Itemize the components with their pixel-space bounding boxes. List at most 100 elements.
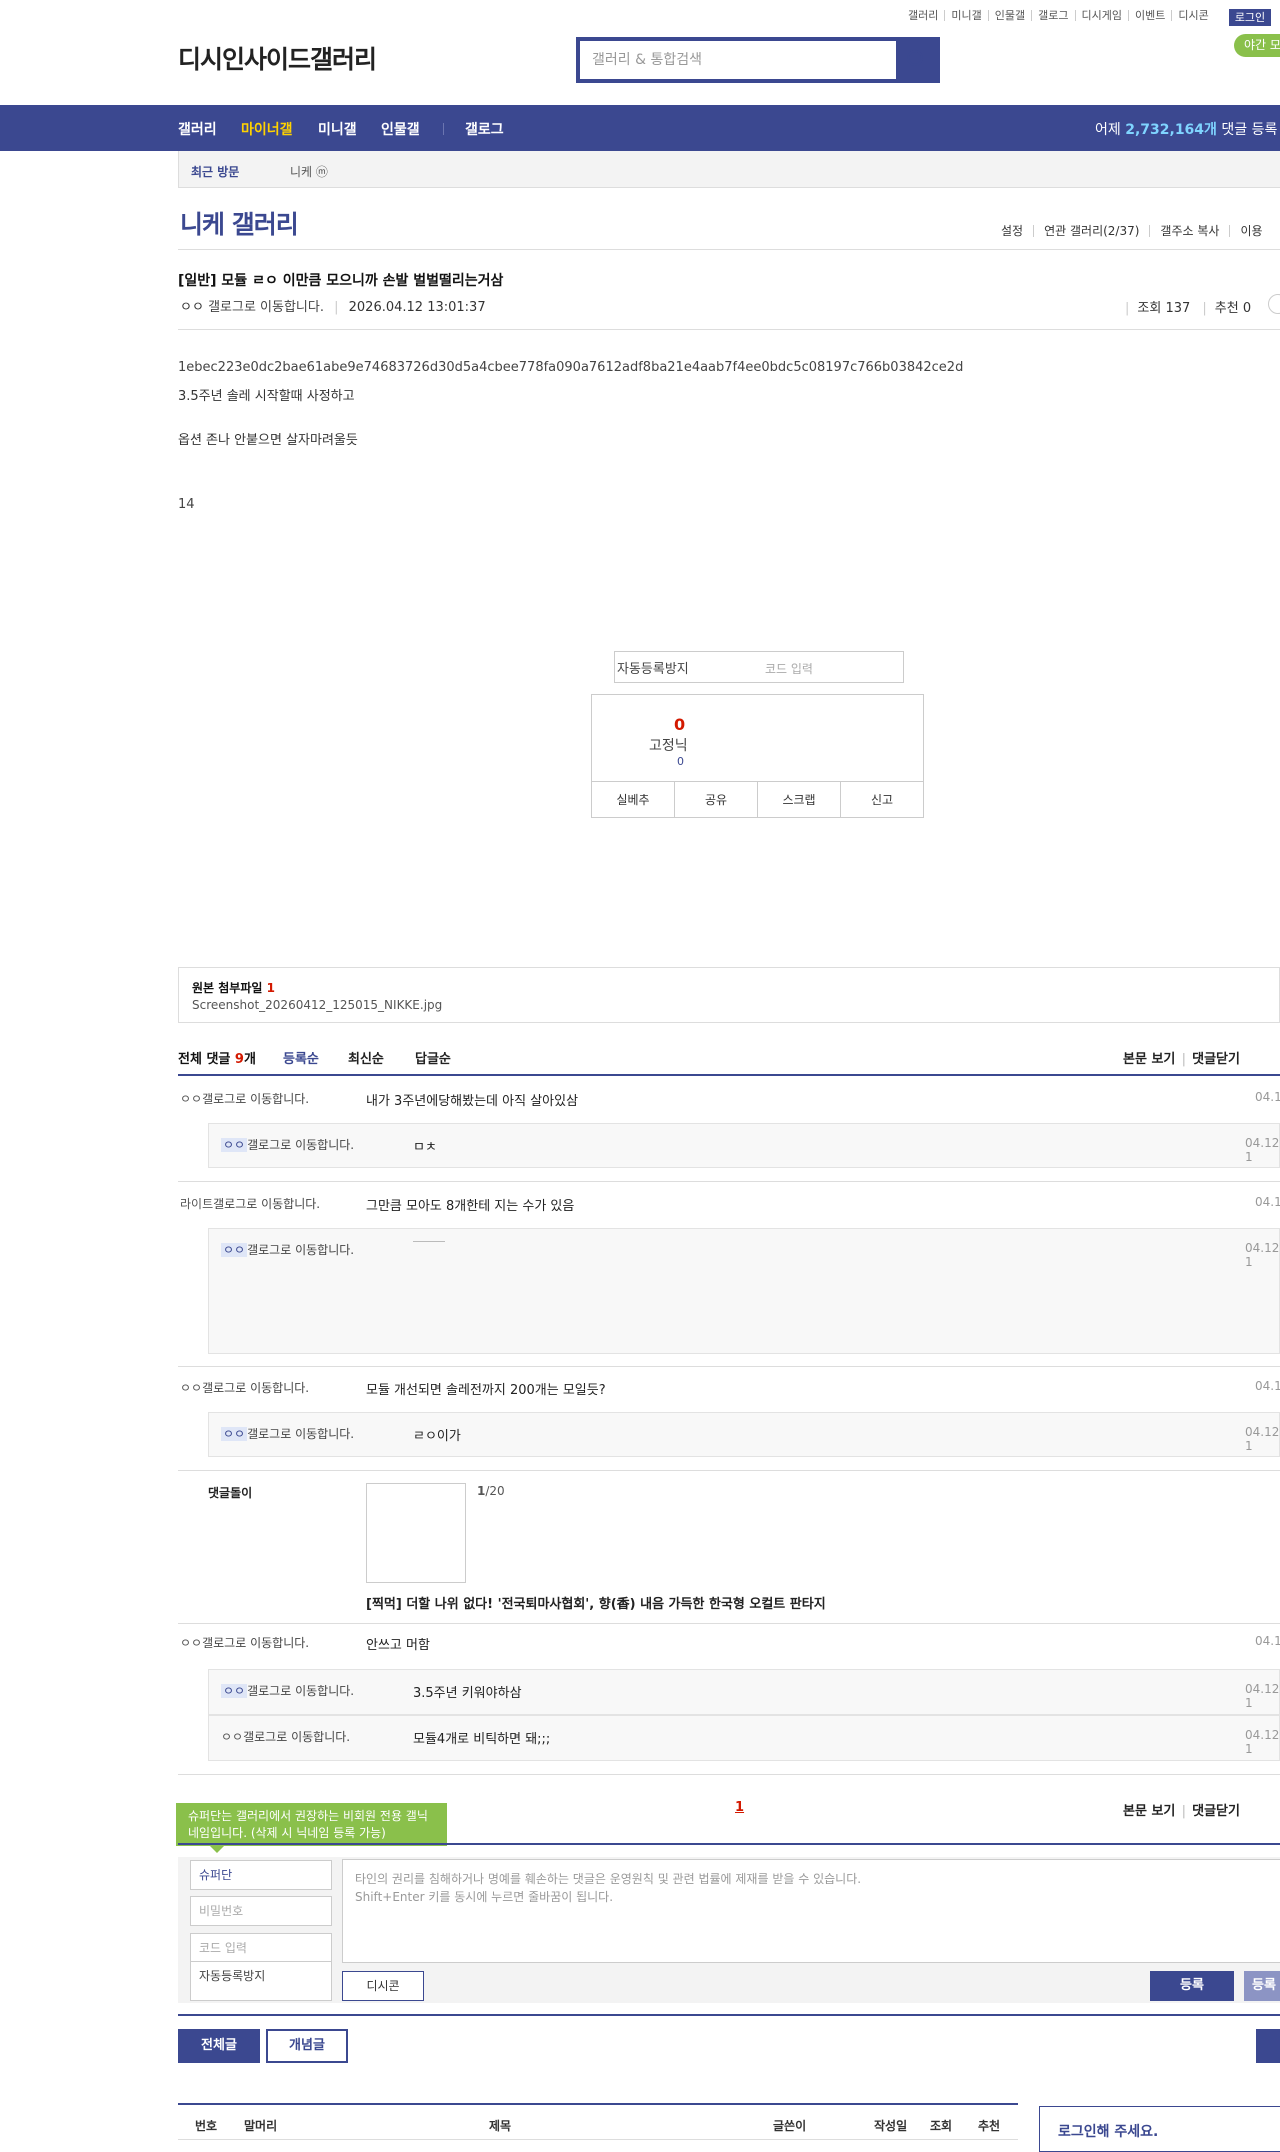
nick-input[interactable]: 슈퍼단 <box>190 1860 332 1890</box>
nav-minor[interactable]: 마이너갤 <box>241 119 293 139</box>
top-link-event[interactable]: 이벤트 <box>1127 10 1171 21</box>
top-link-dccon[interactable]: 디시콘 <box>1171 10 1214 21</box>
search-button[interactable] <box>896 41 936 79</box>
dccon-button[interactable]: 디시콘 <box>342 1971 424 2001</box>
report-button[interactable]: 신고 <box>840 782 923 818</box>
main-nav: 갤러리 마이너갤 미니갤 인물갤 갤로그 어제 2,732,164개 댓글 등록 <box>0 105 1280 151</box>
reply-date: 04.12 1 <box>1245 1241 1280 1269</box>
reply-nick[interactable]: ㅇㅇ갤로그로 이동합니다. <box>221 1728 350 1745</box>
gallog-icon[interactable]: 갤로그로 이동합니다. <box>247 1427 354 1441</box>
scrap-button[interactable]: 스크랩 <box>757 782 840 818</box>
dolly-title[interactable]: [찍먹] 더할 나위 없다! '전국퇴마사협회', 향(香) 내음 가득한 한국… <box>366 1593 826 1612</box>
gallery-settings-link[interactable]: 설정 <box>1001 225 1033 237</box>
col-views: 조회 <box>930 2119 953 2133</box>
gallog-icon[interactable]: 갤로그로 이동합니다. <box>202 1092 309 1106</box>
comment-divider <box>178 1470 1280 1471</box>
silbechu-button[interactable]: 실베추 <box>592 782 674 818</box>
reply-nick[interactable]: ㅇㅇ갤로그로 이동합니다. <box>221 1241 354 1258</box>
reply-item: ㅇㅇ 갤로그로 이동합니다. ㄹㅇ이가 04.12 1 <box>208 1412 1280 1457</box>
comment-nick[interactable]: ㅇㅇ갤로그로 이동합니다. <box>180 1090 309 1107</box>
dolly-label: 댓글돌이 <box>208 1486 253 1500</box>
related-gallery-link[interactable]: 연관 갤러리(2/37) <box>1033 225 1149 237</box>
dolly-page-total: /20 <box>485 1484 505 1498</box>
concept-posts-tab[interactable]: 개념글 <box>266 2029 348 2063</box>
gallog-icon[interactable]: 갤로그로 이동합니다. <box>247 1138 354 1152</box>
password-input[interactable]: 비밀번호 <box>190 1896 332 1926</box>
close-comments-link[interactable]: 댓글닫기 <box>1192 1804 1240 1819</box>
submit-button[interactable]: 등록 <box>1150 1971 1234 2001</box>
sort-replies[interactable]: 답글순 <box>415 1048 451 1067</box>
nav-gallog[interactable]: 갤로그 <box>465 119 504 139</box>
gallog-icon[interactable]: 갤로그로 이동합니다. <box>247 1243 354 1257</box>
night-mode-button[interactable]: 야간 모 <box>1234 34 1280 57</box>
recent-item-nikke[interactable]: 니케 ⓜ <box>290 163 328 180</box>
gallog-icon[interactable]: 갤로그로 이동합니다. <box>202 1381 309 1395</box>
all-posts-tab[interactable]: 전체글 <box>178 2029 260 2063</box>
comment-item: ㅇㅇ갤로그로 이동합니다. 안쓰고 머함 04.12 <box>178 1634 1280 1654</box>
nav-mini[interactable]: 미니갤 <box>318 119 357 139</box>
top-link-person[interactable]: 인물갤 <box>987 10 1031 21</box>
copy-address-link[interactable]: 갤주소 복사 <box>1149 225 1229 237</box>
reply-text: ㄹㅇ이가 <box>413 1429 461 1444</box>
comment-tools: 본문 보기 | 댓글닫기 <box>1123 1052 1240 1067</box>
comment-item: ㅇㅇ갤로그로 이동합니다. 모듈 개선되면 솔레전까지 200개는 모일듯? 0… <box>178 1379 1280 1399</box>
attachment-box: 원본 첨부파일 1 Screenshot_20260412_125015_NIK… <box>178 967 1280 1023</box>
reply-nick-text: ㅇㅇ <box>221 1243 248 1257</box>
submit-recommend-button[interactable]: 등록 <box>1244 1971 1280 2001</box>
comment-nick[interactable]: ㅇㅇ갤로그로 이동합니다. <box>180 1379 309 1396</box>
top-link-game[interactable]: 디시게임 <box>1074 10 1128 21</box>
post-stats: | 조회 137 | 추천 0 <box>1125 301 1252 316</box>
captcha-image: 자동등록방지 <box>190 1961 332 2001</box>
nav-gallery[interactable]: 갤러리 <box>178 119 217 139</box>
gallog-icon[interactable]: 갤로그로 이동합니다. <box>213 1197 320 1211</box>
login-prompt[interactable]: 로그인해 주세요. <box>1058 2121 1158 2141</box>
reply-date: 04.12 1 <box>1245 1136 1280 1164</box>
gallog-icon[interactable]: 갤로그로 이동합니다. <box>208 300 324 315</box>
post-author[interactable]: ㅇㅇ <box>180 300 204 315</box>
login-side-box: 로그인해 주세요. <box>1039 2106 1280 2152</box>
comment-item: ㅇㅇ갤로그로 이동합니다. 내가 3주년에당해봤는데 아직 살아있삼 04.12 <box>178 1090 1280 1110</box>
more-icon[interactable] <box>1268 294 1280 314</box>
login-button[interactable]: 로그인 <box>1229 9 1271 26</box>
view-body-link[interactable]: 본문 보기 <box>1123 1804 1175 1819</box>
gallog-icon[interactable]: 갤로그로 이동합니다. <box>243 1730 350 1744</box>
gallery-title[interactable]: 니케 갤러리 <box>180 205 299 241</box>
attachment-file[interactable]: Screenshot_20260412_125015_NIKKE.jpg <box>192 998 442 1012</box>
nav-person[interactable]: 인물갤 <box>381 119 420 139</box>
gallog-icon[interactable]: 갤로그로 이동합니다. <box>247 1684 354 1698</box>
top-link-gallery[interactable]: 갤러리 <box>902 10 944 21</box>
comment-nick[interactable]: 라이트갤로그로 이동합니다. <box>180 1195 320 1212</box>
reply-text: ㅁㅊ <box>413 1140 437 1155</box>
post-recommend: 추천 0 <box>1214 301 1252 316</box>
captcha-input[interactable]: 코드 입력 <box>765 660 813 677</box>
comment-top-line <box>178 1074 1280 1076</box>
reply-nick[interactable]: ㅇㅇ갤로그로 이동합니다. <box>221 1425 354 1442</box>
sort-latest[interactable]: 최신순 <box>348 1048 384 1067</box>
close-comments-link[interactable]: 댓글닫기 <box>1192 1052 1240 1067</box>
attachment-count: 1 <box>266 981 275 995</box>
top-link-gallog[interactable]: 갤로그 <box>1031 10 1074 21</box>
post-author-meta: ㅇㅇ 갤로그로 이동합니다. | 2026.04.12 13:01:37 <box>180 300 486 315</box>
search-input[interactable]: 갤러리 & 통합검색 <box>580 41 896 79</box>
top-link-minor[interactable]: 미니갤 <box>944 10 987 21</box>
view-body-link[interactable]: 본문 보기 <box>1123 1052 1175 1067</box>
comment-page[interactable]: 1 <box>735 1800 744 1815</box>
comment-divider <box>178 1774 1280 1775</box>
usage-link[interactable]: 이용 <box>1229 225 1272 237</box>
site-logo[interactable]: 디시인사이드갤러리 <box>178 40 377 76</box>
comment-textarea[interactable]: 타인의 권리를 침해하거나 명예를 훼손하는 댓글은 운영원칙 및 관련 법률에… <box>342 1859 1280 1963</box>
reply-item: ㅇㅇ 갤로그로 이동합니다. 3.5주년 키워야하삼 04.12 1 <box>208 1669 1280 1715</box>
gallog-icon[interactable]: 갤로그로 이동합니다. <box>202 1636 309 1650</box>
comment-nick[interactable]: ㅇㅇ갤로그로 이동합니다. <box>180 1634 309 1651</box>
notice-line-1: 타인의 권리를 침해하거나 명예를 훼손하는 댓글은 운영원칙 및 관련 법률에… <box>355 1872 862 1886</box>
reply-nick[interactable]: ㅇㅇ갤로그로 이동합니다. <box>221 1136 354 1153</box>
write-post-button[interactable] <box>1256 2029 1280 2063</box>
dolly-image[interactable] <box>366 1483 466 1583</box>
reply-date: 04.12 1 <box>1245 1728 1280 1756</box>
share-button[interactable]: 공유 <box>674 782 757 818</box>
code-input[interactable]: 코드 입력 <box>190 1933 332 1963</box>
reply-nick[interactable]: ㅇㅇ갤로그로 이동합니다. <box>221 1682 354 1699</box>
dolly-pager: 1/20 <box>477 1484 505 1498</box>
sort-registered[interactable]: 등록순 <box>283 1048 319 1067</box>
write-top-line <box>178 1843 1280 1845</box>
